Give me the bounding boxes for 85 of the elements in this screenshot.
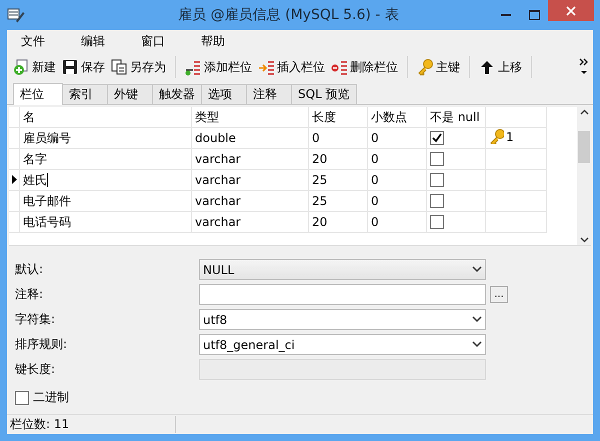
table-cell: 电话号码 [23,214,71,228]
checkbox[interactable] [430,152,444,166]
toolbar-button[interactable]: 保存 [59,56,108,78]
new-icon [13,58,30,76]
table-cell: 0 [371,194,379,208]
table-cell: 0 [371,173,379,187]
scroll-up-icon [580,109,588,115]
toolbar-button[interactable]: 另存为 [108,56,169,78]
field-label: 字符集: [15,311,56,328]
window-title: 雇员 @雇员信息 (MySQL 5.6) - 表 [177,6,400,24]
tab[interactable]: 触发器 [152,84,202,104]
key-icon [489,129,504,144]
tab[interactable]: SQL 预览 [291,84,357,104]
table-cell: 25 [312,194,328,208]
insert-column-icon [258,58,275,76]
column-header: 名 [20,107,192,128]
menu-item[interactable]: 编辑 [71,32,115,50]
close-icon [566,6,576,16]
column-header: 长度 [308,107,368,128]
checkbox-label: 二进制 [33,389,69,406]
key-order: 1 [506,130,514,144]
table-cell: 0 [371,215,379,229]
table-cell: 25 [312,173,328,187]
table-cell: varchar [195,194,241,208]
documents-icon [111,58,128,76]
tab[interactable]: 选项 [201,84,247,104]
delete-column-icon [331,58,348,76]
close-button[interactable] [548,0,594,21]
input-field[interactable] [199,359,486,380]
table-cell: 名字 [23,152,47,166]
maximize-icon [528,10,540,20]
tab[interactable]: 栏位 [13,83,63,105]
toolbar-button[interactable]: 新建 [10,56,59,78]
tab[interactable]: 索引 [62,84,108,104]
tab[interactable]: 外键 [107,84,153,104]
table-cell: 电子邮件 [23,194,71,208]
up-arrow-icon [479,58,496,76]
table-cell: varchar [195,173,241,187]
toolbar-button[interactable]: 添加栏位 [182,56,255,78]
column-header: 类型 [192,107,308,128]
table-cell: 20 [312,215,328,229]
field-label: 排序规则: [15,336,68,353]
checkbox[interactable] [430,215,444,230]
toolbar-button[interactable]: 主键 [414,56,463,78]
column-header: 不是 null [426,107,486,128]
scroll-thumb[interactable] [578,131,590,163]
menu-item[interactable]: 文件 [11,32,55,50]
tab[interactable]: 注释 [246,84,292,104]
check-icon [432,133,442,144]
table-cell: 0 [371,152,379,166]
minimize-icon [501,14,511,16]
field-label: 默认: [15,261,44,278]
table-cell: varchar [195,215,241,229]
dropdown[interactable]: utf8 [199,309,486,330]
table-cell: 20 [312,152,328,166]
column-header: 小数点 [368,107,426,128]
toolbar-button[interactable]: 上移 [476,56,525,78]
app-icon [7,7,25,23]
save-icon [62,58,79,76]
checkbox[interactable] [430,194,444,208]
field-label: 注释: [15,286,44,303]
toolbar-button[interactable]: 插入栏位 [255,56,328,78]
scroll-down-icon [580,237,588,243]
overflow-icon[interactable] [579,58,589,76]
table-cell: 0 [312,131,320,145]
menu-item[interactable]: 窗口 [131,32,175,50]
input-field[interactable] [199,284,486,305]
vertical-scrollbar[interactable] [577,107,591,245]
field-label: 键长度: [15,361,56,378]
checkbox[interactable] [430,173,444,188]
table-cell: 0 [371,131,379,145]
table-cell: double [195,131,236,145]
menu-item[interactable]: 帮助 [191,32,235,50]
dropdown[interactable]: utf8_general_ci [199,334,486,355]
dropdown[interactable]: NULL [199,259,486,280]
browse-button[interactable]: ... [490,286,508,303]
checkbox[interactable] [430,131,444,146]
table-cell[interactable]: 姓氏 [23,172,47,186]
status-text: 栏位数: 11 [10,416,176,433]
add-column-icon [185,58,202,76]
checkbox[interactable] [15,390,29,404]
table-cell: varchar [195,152,241,166]
toolbar-button[interactable]: 删除栏位 [328,56,401,78]
table-cell: 雇员编号 [23,130,71,144]
key-icon [417,58,434,76]
